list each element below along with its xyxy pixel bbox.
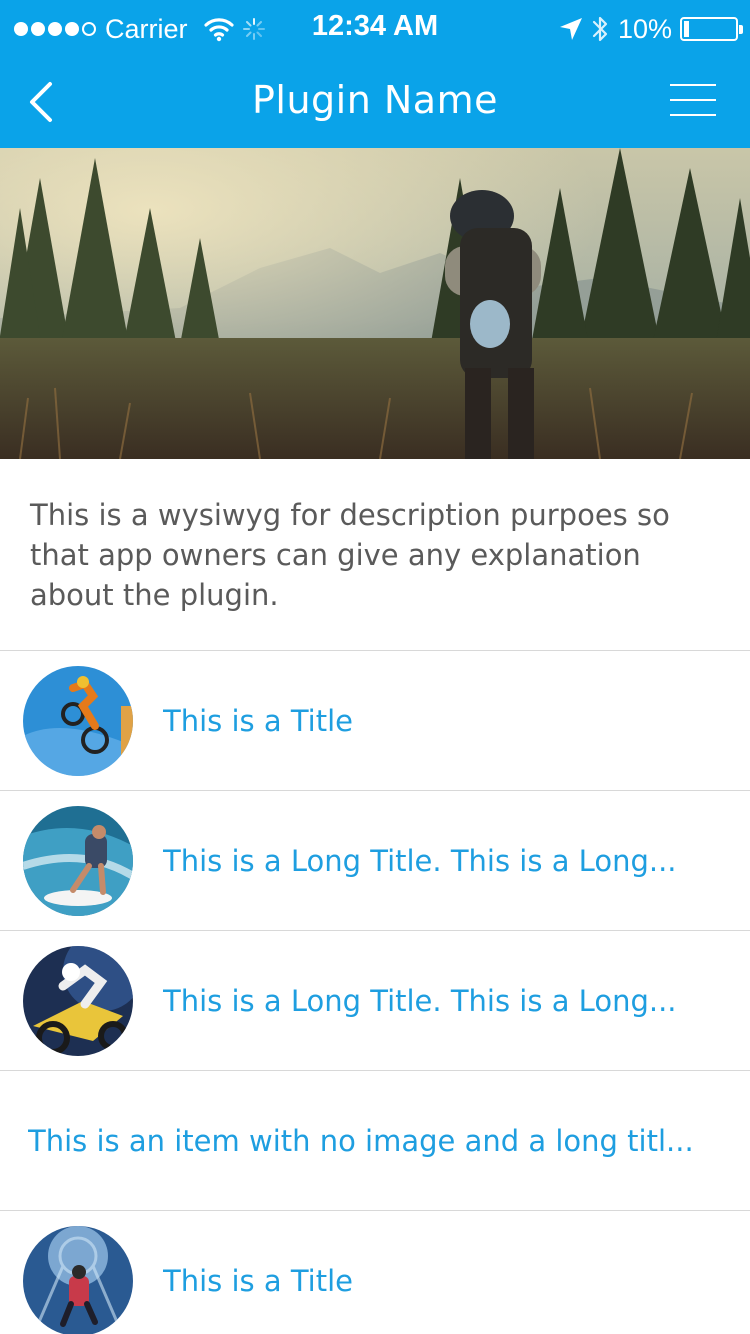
page-title: Plugin Name <box>251 78 498 122</box>
battery-percent: 10% <box>617 13 672 44</box>
list-item[interactable]: This is a Long Title. This is a Long... <box>0 791 750 931</box>
item-thumbnail <box>23 1226 133 1334</box>
item-title: This is a Long Title. This is a Long... <box>163 983 677 1018</box>
bluetooth-icon <box>592 16 608 42</box>
list-item[interactable]: This is a Long Title. This is a Long... <box>0 931 750 1071</box>
status-right: 10% <box>558 12 743 46</box>
item-thumbnail <box>23 806 133 916</box>
item-title: This is an item with no image and a long… <box>28 1123 694 1158</box>
battery-icon <box>680 17 743 41</box>
item-list: This is a Title This is a Long Title. Th… <box>0 651 750 1334</box>
battery-level <box>684 21 689 37</box>
item-title: This is a Title <box>163 703 354 738</box>
plugin-description: This is a wysiwyg for description purpoe… <box>0 459 750 651</box>
list-item[interactable]: This is a Title <box>0 651 750 791</box>
menu-button[interactable] <box>670 84 716 118</box>
nav-bar: Plugin Name <box>0 60 750 148</box>
item-title: This is a Title <box>163 1263 354 1298</box>
hero-image <box>0 148 750 459</box>
hamburger-menu-icon <box>670 99 716 101</box>
status-bar: Carrier 12:34 AM 10% <box>0 0 750 60</box>
location-arrow-icon <box>559 18 582 40</box>
hamburger-menu-icon <box>670 114 716 116</box>
hamburger-menu-icon <box>670 84 716 86</box>
item-thumbnail <box>23 666 133 776</box>
item-title: This is a Long Title. This is a Long... <box>163 843 677 878</box>
list-item[interactable]: This is an item with no image and a long… <box>0 1071 750 1211</box>
item-thumbnail <box>23 946 133 1056</box>
list-item[interactable]: This is a Title <box>0 1211 750 1334</box>
